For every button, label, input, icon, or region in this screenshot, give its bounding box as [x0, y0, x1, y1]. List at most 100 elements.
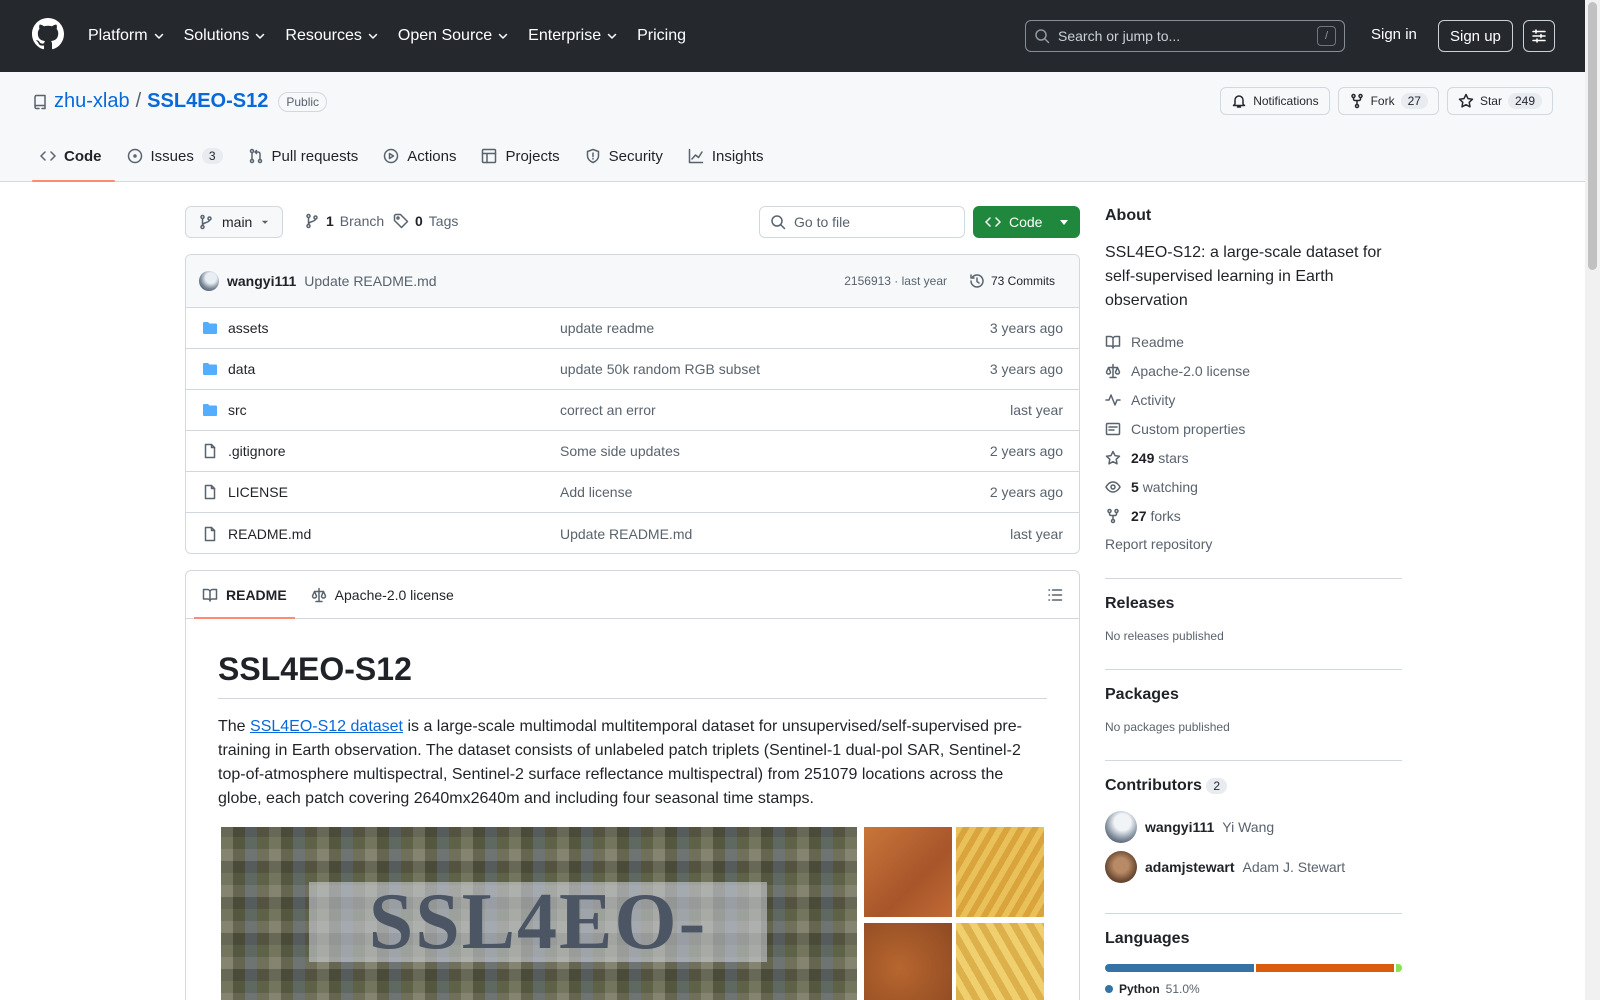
- tab-readme[interactable]: README: [194, 571, 295, 619]
- nav-resources[interactable]: Resources: [285, 27, 378, 45]
- about-heading: About: [1105, 207, 1152, 224]
- file-name[interactable]: README.md: [228, 526, 560, 542]
- tab-pull-requests[interactable]: Pull requests: [240, 131, 372, 181]
- tab-license[interactable]: Apache-2.0 license: [303, 571, 462, 618]
- tab-issues[interactable]: Issues 3: [119, 131, 236, 181]
- repo-owner-link[interactable]: zhu-xlab: [54, 90, 130, 113]
- stars-link[interactable]: 249 stars: [1105, 443, 1402, 472]
- eye-icon: [1105, 480, 1121, 493]
- about-section: About SSL4EO-S12: a large-scale dataset …: [1105, 207, 1402, 552]
- table-row: src correct an error last year: [186, 390, 1079, 431]
- report-repository-link[interactable]: Report repository: [1105, 536, 1402, 552]
- star-label: Star: [1479, 94, 1502, 108]
- repo-name-link[interactable]: SSL4EO-S12: [147, 90, 268, 113]
- avatar[interactable]: [199, 271, 219, 291]
- sign-up-button[interactable]: Sign up: [1438, 20, 1513, 52]
- commits-count: 73 Commits: [990, 274, 1055, 288]
- star-count: 249: [1507, 93, 1542, 109]
- commit-sha-time[interactable]: 2156913 · last year: [844, 274, 947, 288]
- contributors-heading[interactable]: Contributors 2: [1105, 777, 1402, 795]
- chevron-down-icon: [154, 33, 163, 39]
- shield-icon: [586, 148, 599, 164]
- scrollbar-thumb[interactable]: [1588, 2, 1597, 270]
- tab-code[interactable]: Code: [32, 131, 115, 182]
- nav-pricing[interactable]: Pricing: [637, 27, 686, 45]
- commits-link[interactable]: 73 Commits: [961, 269, 1063, 293]
- tab-projects[interactable]: Projects: [473, 131, 572, 181]
- contributor-item[interactable]: wangyi111 Yi Wang: [1105, 811, 1402, 843]
- list-unordered-icon[interactable]: [1047, 587, 1063, 603]
- file-icon: [204, 526, 216, 541]
- readme-link[interactable]: Readme: [1105, 327, 1402, 356]
- file-commit-message[interactable]: correct an error: [560, 402, 1010, 418]
- tab-label: Insights: [711, 147, 764, 165]
- commit-message[interactable]: Update README.md: [304, 273, 436, 289]
- fork-button[interactable]: Fork 27: [1337, 87, 1439, 115]
- packages-heading[interactable]: Packages: [1105, 686, 1402, 704]
- file-name[interactable]: .gitignore: [228, 443, 560, 459]
- chevron-down-icon: [607, 33, 617, 39]
- contributor-name: Yi Wang: [1222, 819, 1275, 835]
- activity-link[interactable]: Activity: [1105, 385, 1402, 414]
- github-logo-icon[interactable]: [32, 18, 64, 50]
- book-icon: [202, 588, 218, 602]
- forks-label: forks: [1150, 507, 1181, 524]
- file-name[interactable]: LICENSE: [228, 484, 560, 500]
- nav-enterprise[interactable]: Enterprise: [528, 27, 617, 45]
- nav-label: Resources: [285, 27, 362, 44]
- pull-request-icon: [249, 148, 262, 164]
- tab-security[interactable]: Security: [577, 131, 676, 181]
- sliders-icon: [1532, 29, 1546, 43]
- custom-properties-link[interactable]: Custom properties: [1105, 414, 1402, 443]
- file-name[interactable]: assets: [228, 320, 560, 336]
- search-placeholder: Search or jump to...: [1058, 28, 1181, 44]
- go-to-file-input[interactable]: Go to file: [759, 206, 965, 238]
- forks-link[interactable]: 27 forks: [1105, 501, 1402, 530]
- satellite-tile: [956, 827, 1044, 917]
- notifications-button[interactable]: Notifications: [1220, 87, 1330, 115]
- contributor-login: adamjstewart: [1145, 859, 1235, 875]
- commit-author[interactable]: wangyi111: [227, 273, 296, 289]
- star-button[interactable]: Star 249: [1446, 87, 1553, 115]
- file-name[interactable]: src: [228, 402, 560, 418]
- file-name[interactable]: data: [228, 361, 560, 377]
- chevron-down-icon: [256, 33, 265, 39]
- sign-in-link[interactable]: Sign in: [1371, 26, 1417, 43]
- tab-insights[interactable]: Insights: [680, 131, 777, 181]
- repo-separator: /: [135, 90, 142, 112]
- tab-actions[interactable]: Actions: [375, 131, 469, 181]
- license-link[interactable]: Apache-2.0 license: [1105, 356, 1402, 385]
- page-scrollbar[interactable]: [1585, 0, 1600, 1000]
- watchers-link[interactable]: 5 watching: [1105, 472, 1402, 501]
- tab-label: Projects: [505, 147, 560, 165]
- file-commit-age: 2 years ago: [989, 443, 1063, 459]
- menu-button[interactable]: [1523, 20, 1555, 52]
- code-download-button[interactable]: Code: [973, 206, 1080, 238]
- global-search-input[interactable]: Search or jump to... /: [1025, 20, 1345, 52]
- nav-solutions[interactable]: Solutions: [184, 27, 266, 45]
- file-commit-message[interactable]: Update README.md: [560, 526, 1010, 542]
- language-legend-python[interactable]: Python 51.0%: [1105, 982, 1402, 996]
- branch-selector[interactable]: main: [185, 206, 284, 238]
- contributor-item[interactable]: adamjstewart Adam J. Stewart: [1105, 851, 1402, 883]
- dataset-link[interactable]: SSL4EO-S12 dataset: [250, 718, 403, 735]
- file-commit-message[interactable]: update readme: [560, 320, 990, 336]
- folder-icon: [203, 363, 217, 375]
- file-commit-message[interactable]: update 50k random RGB subset: [560, 361, 990, 377]
- tag-icon: [393, 213, 409, 229]
- repo-tabs: Code Issues 3 Pull requests Actions Proj…: [32, 131, 781, 182]
- file-commit-message[interactable]: Add license: [560, 484, 990, 500]
- branches-link[interactable]: 1 Branch: [304, 213, 384, 229]
- tags-link[interactable]: 0 Tags: [393, 213, 458, 229]
- packages-section: Packages No packages published: [1105, 669, 1402, 734]
- global-header: Platform Solutions Resources Open Source…: [0, 0, 1585, 72]
- nav-platform[interactable]: Platform: [88, 27, 164, 45]
- branch-icon: [306, 213, 318, 229]
- license-link-label: Apache-2.0 license: [1131, 362, 1251, 379]
- nav-open-source[interactable]: Open Source: [398, 27, 508, 45]
- file-commit-message[interactable]: Some side updates: [560, 443, 990, 459]
- star-icon: [1458, 93, 1474, 108]
- issues-count: 3: [201, 148, 223, 164]
- releases-heading[interactable]: Releases: [1105, 595, 1402, 613]
- history-icon: [970, 274, 984, 288]
